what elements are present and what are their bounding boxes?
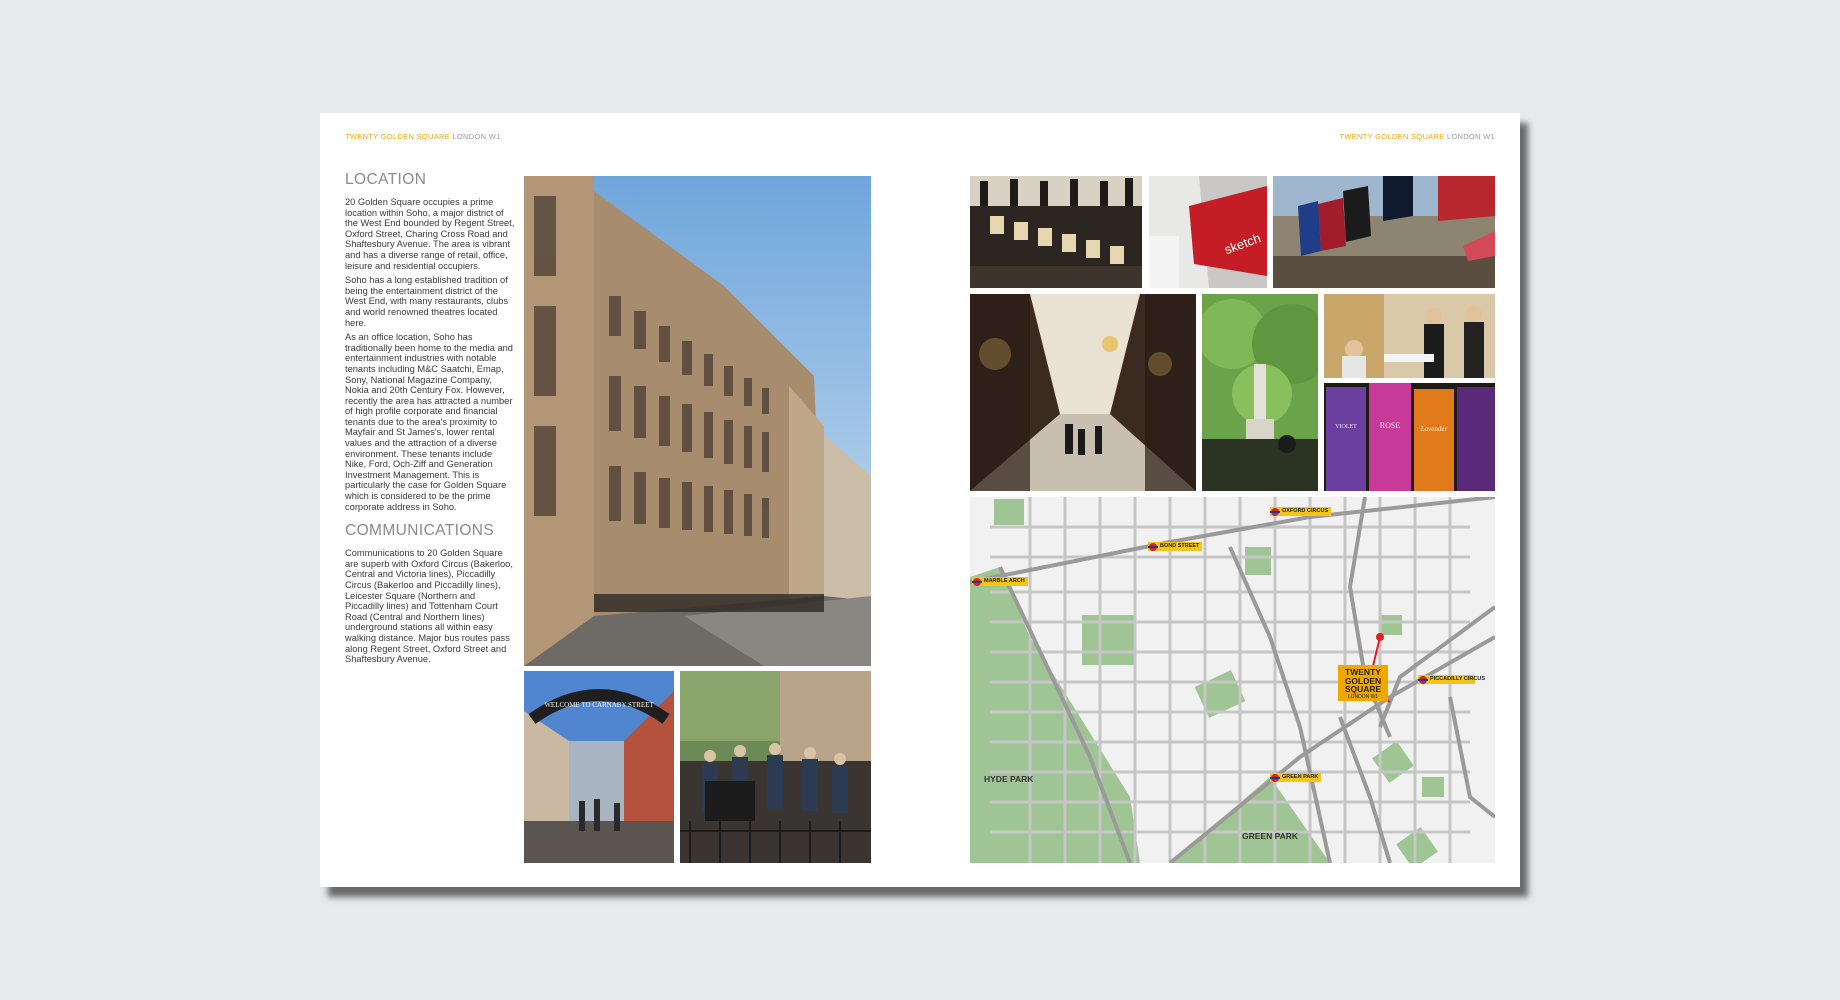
tudor-building-photo: [970, 176, 1142, 288]
station-marble-arch: MARBLE ARCH: [972, 577, 1028, 586]
building-facade-photo: [524, 176, 871, 666]
brochure-spread: TWENTY GOLDEN SQUARE LONDON W1 TWENTY GO…: [320, 113, 1520, 887]
location-paragraph-1: 20 Golden Square occupies a prime locati…: [345, 197, 515, 271]
location-paragraph-3: As an office location, Soho has traditio…: [345, 332, 513, 512]
text-column: LOCATION 20 Golden Square occupies a pri…: [345, 171, 515, 669]
hyde-park-label: HYDE PARK: [984, 774, 1034, 784]
station-piccadilly-circus: PICCADILLY CIRCUS: [1418, 675, 1485, 684]
location-map: OXFORD CIRCUS BOND STREET MARBLE ARCH PI…: [970, 497, 1495, 863]
flags-street-photo: [1273, 176, 1495, 288]
golden-square-pin: [1376, 633, 1384, 641]
golden-square-statue-photo: [1202, 294, 1318, 491]
location-paragraph-2: Soho has a long established tradition of…: [345, 275, 509, 328]
tin-label-lavender: Lavender: [1420, 425, 1448, 433]
communications-heading: COMMUNICATIONS: [345, 522, 495, 540]
arcade-photo: [970, 294, 1196, 491]
carnaby-street-photo: WELCOME TO CARNABY STREET: [524, 671, 674, 863]
green-park-label: GREEN PARK: [1242, 831, 1299, 841]
carnaby-sign-text: WELCOME TO CARNABY STREET: [544, 701, 654, 709]
sketch-sign-photo: sketch: [1149, 176, 1267, 288]
running-head-right: TWENTY GOLDEN SQUARE LONDON W1: [1339, 132, 1495, 141]
location-heading: LOCATION: [345, 171, 427, 188]
station-bond-street: BOND STREET: [1148, 542, 1203, 551]
communications-paragraph: Communications to 20 Golden Square are s…: [345, 548, 513, 665]
twenty-golden-square-marker: TWENTY GOLDEN SQUARE LONDON W1: [1338, 665, 1388, 701]
tin-label-rose: ROSE: [1380, 421, 1401, 430]
restaurant-waiters-photo: [1324, 294, 1495, 378]
running-head-left: TWENTY GOLDEN SQUARE LONDON W1: [345, 132, 501, 141]
station-oxford-circus: OXFORD CIRCUS: [1270, 507, 1332, 516]
station-green-park: GREEN PARK: [1270, 773, 1322, 782]
tea-tins-photo: VIOLET ROSE Lavender: [1324, 383, 1495, 491]
tin-label-violet: VIOLET: [1335, 424, 1357, 430]
golden-square-crowd-photo: [680, 671, 871, 863]
